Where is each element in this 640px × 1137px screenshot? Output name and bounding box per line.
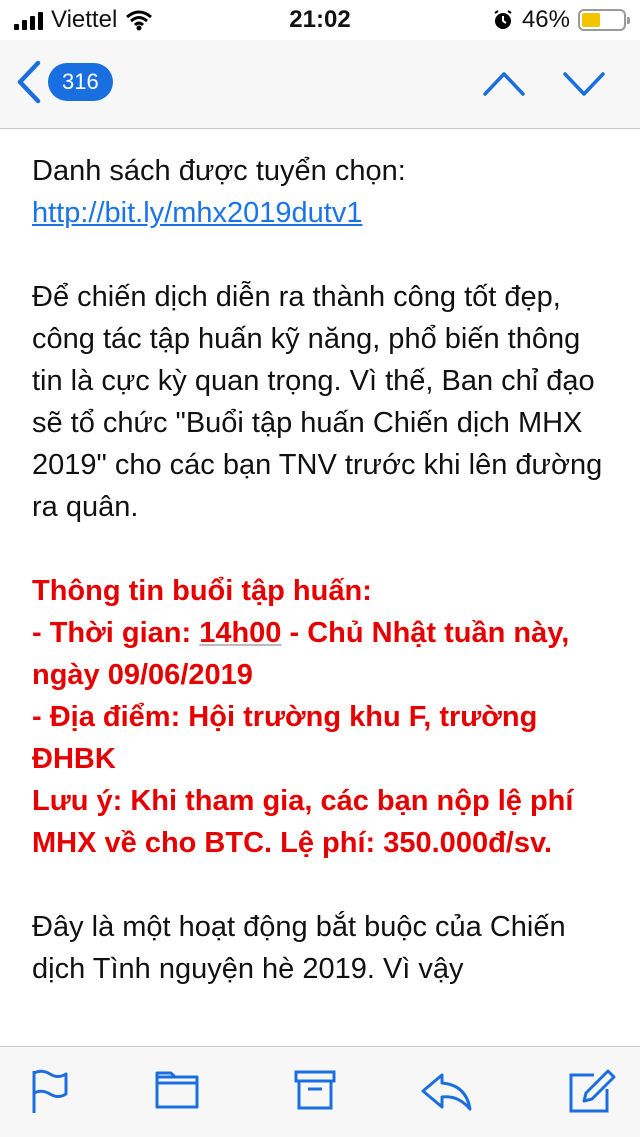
battery-percent: 46% — [521, 6, 570, 33]
training-info: Thông tin buổi tập huấn: - Thời gian: 14… — [32, 570, 617, 864]
intro-paragraph: Để chiến dịch diễn ra thành công tốt đẹp… — [32, 281, 603, 523]
chevron-left-icon — [17, 60, 41, 104]
location-line: - Địa điểm: Hội trường khu F, trường ĐHB… — [32, 701, 538, 775]
list-paragraph: Danh sách được tuyển chọn: http://bit.ly… — [32, 150, 617, 234]
battery-fill — [582, 13, 601, 27]
bottom-toolbar — [0, 1046, 640, 1137]
note-line: Lưu ý: Khi tham gia, các bạn nộp lệ phí … — [32, 785, 574, 859]
battery-icon — [578, 9, 630, 31]
folder-icon[interactable] — [155, 1069, 199, 1111]
list-link[interactable]: http://bit.ly/mhx2019dutv1 — [32, 197, 362, 229]
status-right: 46% — [492, 6, 630, 34]
info-title: Thông tin buổi tập huấn: — [32, 575, 372, 607]
flag-icon[interactable] — [30, 1069, 70, 1115]
next-message-icon[interactable] — [562, 64, 606, 104]
time-value[interactable]: 14h00 — [199, 617, 281, 649]
compose-icon[interactable] — [568, 1069, 616, 1115]
back-button[interactable]: 316 — [16, 60, 113, 104]
list-label: Danh sách được tuyển chọn: — [32, 155, 406, 187]
closing-paragraph: Đây là một hoạt động bắt buộc của Chiến … — [32, 911, 566, 985]
reply-icon[interactable] — [420, 1069, 474, 1113]
alarm-icon — [494, 10, 512, 29]
archive-icon[interactable] — [294, 1069, 336, 1111]
status-bar: Viettel 21:02 46% — [0, 0, 640, 40]
time-prefix: - Thời gian: — [32, 617, 200, 649]
previous-message-icon[interactable] — [482, 64, 526, 104]
message-body: Danh sách được tuyển chọn: http://bit.ly… — [32, 150, 617, 1042]
nav-bar: 316 — [0, 40, 640, 129]
unread-count-badge: 316 — [48, 63, 113, 101]
